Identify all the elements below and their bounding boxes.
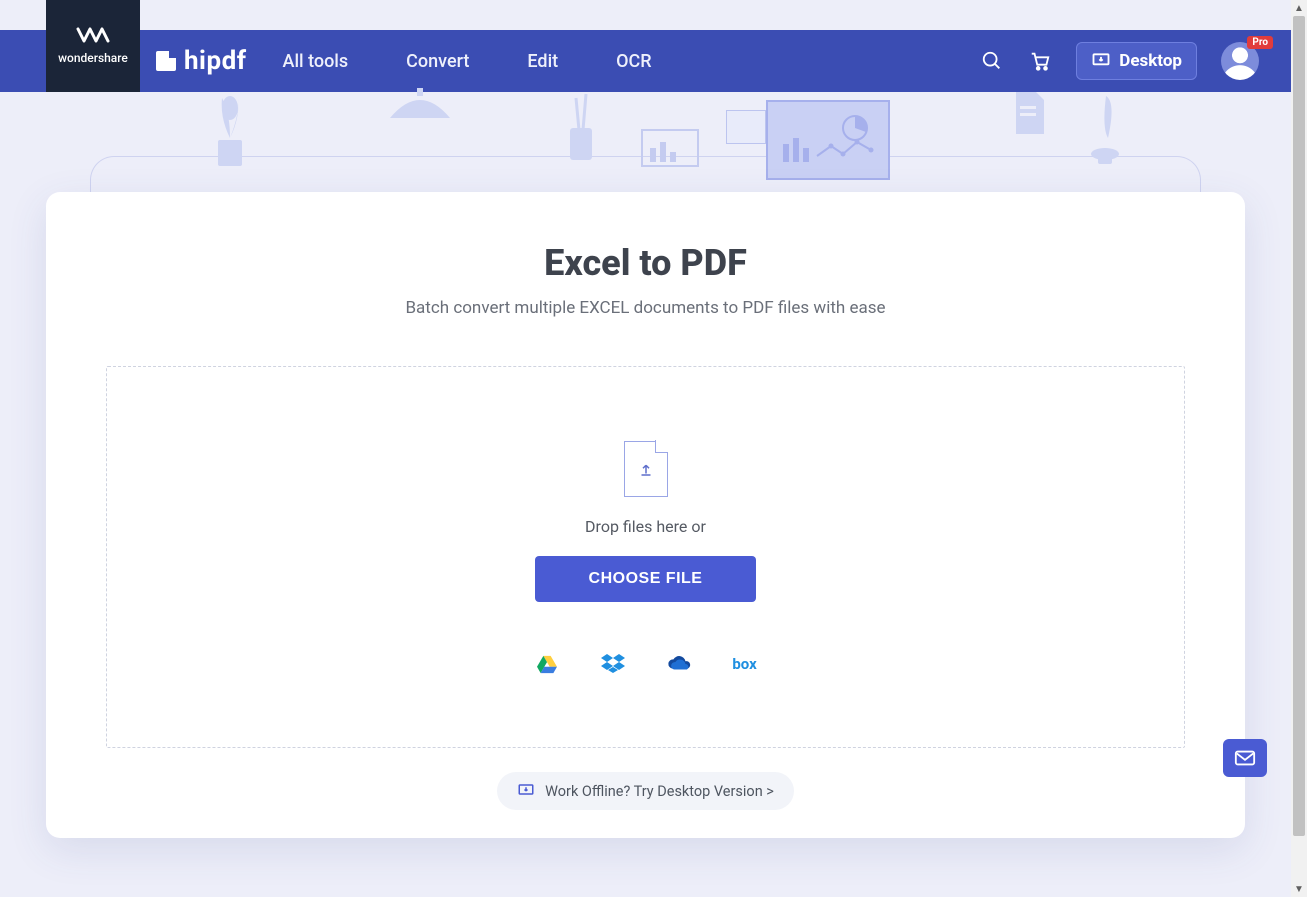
decorative-banner <box>0 92 1291 192</box>
desktop-button-label: Desktop <box>1119 51 1182 71</box>
offline-pill-label: Work Offline? Try Desktop Version > <box>545 783 774 800</box>
page-subtitle: Batch convert multiple EXCEL documents t… <box>106 298 1185 318</box>
upload-file-icon <box>624 441 668 497</box>
scroll-up-icon[interactable]: ▲ <box>1291 0 1307 16</box>
wondershare-text: wondershare <box>58 51 128 65</box>
hipdf-logo-text: hipdf <box>184 46 247 76</box>
nav-edit[interactable]: Edit <box>527 51 558 72</box>
hipdf-logo[interactable]: hipdf <box>156 46 247 76</box>
mail-icon <box>1234 749 1256 767</box>
scroll-down-icon[interactable]: ▼ <box>1291 881 1307 897</box>
wondershare-logo[interactable]: wondershare <box>46 0 140 92</box>
desktop-button[interactable]: Desktop <box>1076 42 1197 80</box>
dropbox-icon[interactable] <box>601 654 625 674</box>
chart-frame-icon <box>766 100 890 180</box>
chat-fab[interactable] <box>1223 739 1267 777</box>
scrollbar[interactable]: ▲ ▼ <box>1291 0 1307 897</box>
offline-pill[interactable]: Work Offline? Try Desktop Version > <box>497 772 794 810</box>
nav-ocr[interactable]: OCR <box>616 51 651 72</box>
download-icon <box>1091 51 1111 71</box>
scrollbar-track[interactable] <box>1291 16 1307 881</box>
page-title: Excel to PDF <box>106 242 1185 284</box>
dropzone[interactable]: Drop files here or CHOOSE FILE box <box>106 366 1185 748</box>
nav-convert[interactable]: Convert <box>406 51 469 72</box>
hipdf-logo-icon <box>156 51 176 71</box>
nav-all-tools[interactable]: All tools <box>283 51 349 72</box>
google-drive-icon[interactable] <box>535 654 559 674</box>
desktop-small-icon <box>517 782 535 800</box>
onedrive-icon[interactable] <box>667 654 691 674</box>
cart-icon[interactable] <box>1028 49 1052 73</box>
drop-hint-text: Drop files here or <box>585 517 706 536</box>
box-icon[interactable]: box <box>733 654 757 674</box>
scrollbar-thumb[interactable] <box>1293 16 1305 836</box>
converter-card: Excel to PDF Batch convert multiple EXCE… <box>46 192 1245 838</box>
main-navbar: hipdf All tools Convert Edit OCR Desktop… <box>0 30 1291 92</box>
search-icon[interactable] <box>980 49 1004 73</box>
wondershare-icon <box>76 27 110 45</box>
chart-frame-small-icon <box>726 110 766 144</box>
pro-badge: Pro <box>1247 36 1273 49</box>
choose-file-button[interactable]: CHOOSE FILE <box>535 556 757 602</box>
cloud-providers: box <box>535 654 757 674</box>
